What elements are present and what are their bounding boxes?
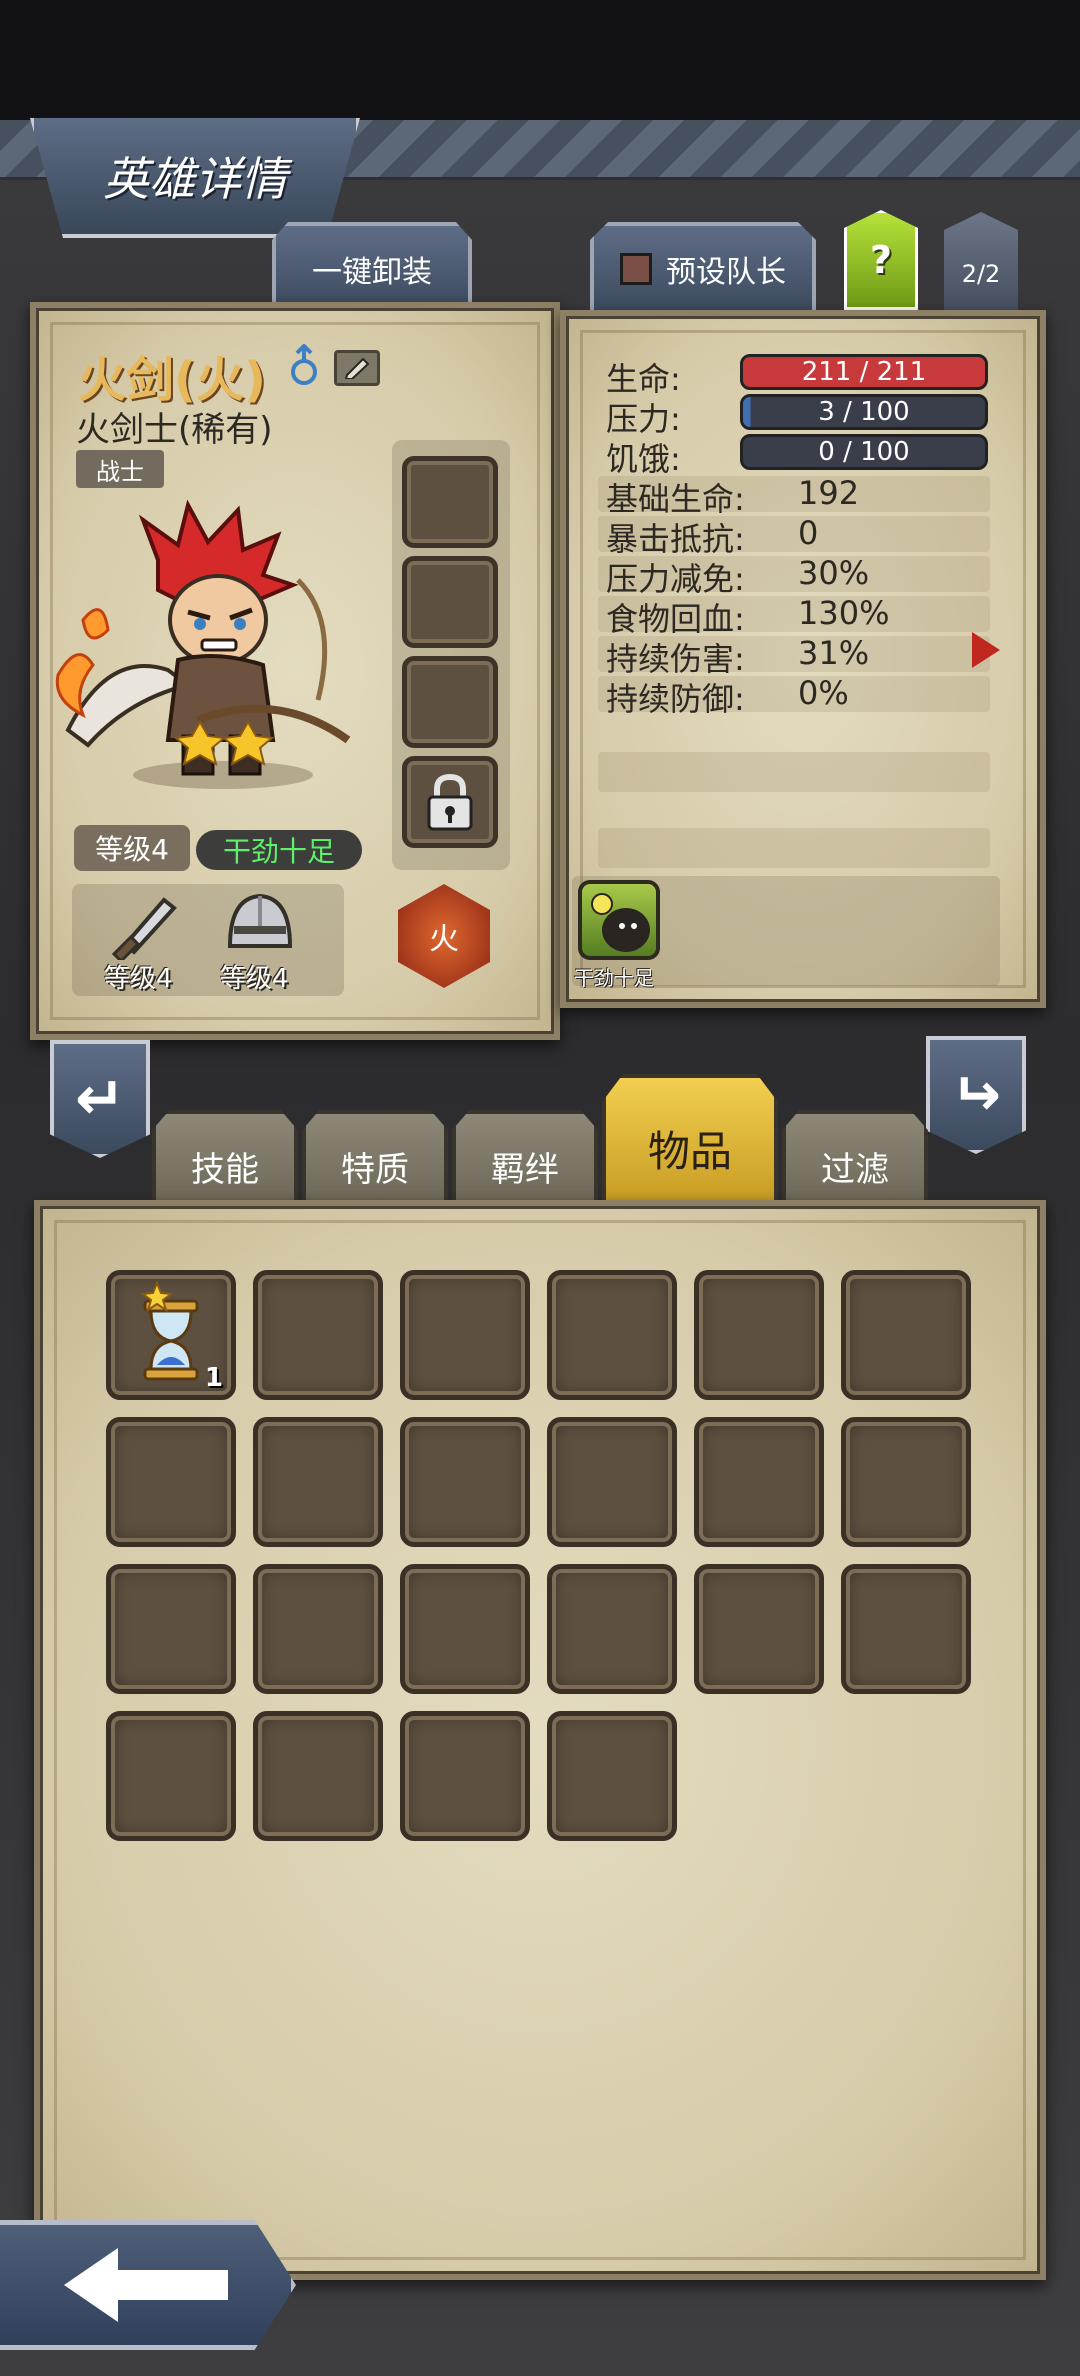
hero-portrait [55, 500, 351, 789]
hero-mood: 干劲十足 [196, 830, 362, 870]
inventory-slot[interactable] [547, 1564, 677, 1694]
empty-stat-row [598, 752, 990, 792]
inventory-slot[interactable] [694, 1417, 824, 1547]
preset-captain-checkbox[interactable] [620, 253, 652, 285]
tab-filter[interactable]: 过滤 [782, 1110, 928, 1202]
hero-level: 等级4 [74, 825, 190, 871]
return-left-icon: ↵ [74, 1064, 126, 1134]
inventory-slot[interactable] [547, 1270, 677, 1400]
crit-resist-value: 0 [798, 514, 819, 552]
accessory-slot[interactable] [402, 656, 498, 748]
inventory-slot[interactable] [400, 1270, 530, 1400]
hero-name: 火剑(火) [78, 352, 266, 408]
help-icon: ? [869, 238, 893, 282]
screen-title: 英雄详情 [103, 152, 287, 206]
element-label: 火 [429, 922, 459, 957]
inventory-slot[interactable] [253, 1270, 383, 1400]
accessory-slot[interactable] [402, 456, 498, 548]
armor-level: 等级4 [220, 964, 289, 994]
inventory-slot[interactable] [547, 1711, 677, 1841]
back-button[interactable] [0, 2220, 296, 2350]
hero-class-badge: 战士 [76, 450, 164, 488]
inventory-slot[interactable] [400, 1564, 530, 1694]
trait-label: 干劲十足 [574, 966, 654, 990]
accessory-slot[interactable] [402, 556, 498, 648]
stress-reduction-value: 30% [798, 554, 870, 592]
tab-bonds[interactable]: 羁绊 [452, 1110, 598, 1202]
empty-stat-row [598, 828, 990, 868]
weapon-level: 等级4 [104, 964, 173, 994]
tab-skills-label: 技能 [191, 1149, 259, 1190]
locked-accessory-slot[interactable] [402, 756, 498, 848]
preset-captain-button[interactable]: 预设队长 [590, 222, 816, 312]
hunger-value: 0 / 100 [818, 437, 910, 467]
pencil-icon [344, 357, 370, 379]
stress-value: 3 / 100 [818, 397, 910, 427]
tab-bonds-label: 羁绊 [491, 1149, 559, 1190]
inventory-slot[interactable] [253, 1417, 383, 1547]
tab-traits[interactable]: 特质 [302, 1110, 448, 1202]
next-hero-button[interactable]: ↵ [926, 1036, 1026, 1154]
helmet-icon[interactable] [220, 888, 300, 958]
inventory-slot[interactable] [106, 1711, 236, 1841]
inventory-slot[interactable] [400, 1417, 530, 1547]
male-gender-icon [291, 344, 317, 385]
hp-bar: 211 / 211 [740, 354, 988, 390]
tab-items[interactable]: 物品 [602, 1074, 778, 1202]
inventory-slot[interactable] [694, 1564, 824, 1694]
item-count: 1 [204, 1363, 223, 1393]
tab-traits-label: 特质 [341, 1149, 409, 1190]
inventory-slot[interactable] [253, 1564, 383, 1694]
energetic-trait-icon[interactable] [578, 880, 660, 960]
tab-filter-label: 过滤 [821, 1149, 889, 1190]
tab-items-label: 物品 [647, 1126, 732, 1176]
inventory-slot[interactable] [841, 1417, 971, 1547]
inventory-slot[interactable] [400, 1711, 530, 1841]
edit-name-button[interactable] [334, 350, 380, 386]
tab-skills[interactable]: 技能 [152, 1110, 298, 1202]
previous-hero-button[interactable]: ↵ [50, 1040, 150, 1158]
sword-icon[interactable] [104, 890, 184, 960]
hero-subtitle: 火剑士(稀有) [76, 410, 273, 450]
stress-bar: 3 / 100 [740, 394, 988, 430]
lock-icon [427, 773, 473, 831]
inventory-slot[interactable] [694, 1270, 824, 1400]
dot-damage-value: 31% [798, 634, 870, 672]
return-right-icon: ↵ [950, 1060, 1002, 1130]
hp-value: 211 / 211 [801, 357, 927, 387]
unequip-all-button[interactable]: 一键卸装 [272, 222, 472, 312]
preset-captain-label: 预设队长 [666, 255, 786, 290]
inventory-slot[interactable] [841, 1270, 971, 1400]
inventory-slot[interactable]: 1 [106, 1270, 236, 1400]
inventory-slot[interactable] [106, 1564, 236, 1694]
unequip-all-label: 一键卸装 [312, 255, 432, 290]
screen-title-plate: 英雄详情 [30, 118, 360, 238]
inventory-slot[interactable] [253, 1711, 383, 1841]
next-stats-arrow-icon[interactable] [972, 632, 1000, 668]
dot-defense-label: 持续防御: [606, 680, 745, 718]
inventory-slot[interactable] [106, 1417, 236, 1547]
help-button[interactable]: ? [844, 210, 918, 310]
inventory-slot[interactable] [547, 1417, 677, 1547]
base-hp-value: 192 [798, 474, 860, 512]
dot-defense-value: 0% [798, 674, 849, 712]
food-heal-value: 130% [798, 594, 890, 632]
hunger-bar: 0 / 100 [740, 434, 988, 470]
back-arrow-icon [63, 2248, 228, 2322]
page-indicator: 2/2 [961, 260, 1001, 288]
status-bar-area [0, 0, 1080, 120]
inventory-slot[interactable] [841, 1564, 971, 1694]
page-indicator-button[interactable]: 2/2 [944, 212, 1018, 312]
